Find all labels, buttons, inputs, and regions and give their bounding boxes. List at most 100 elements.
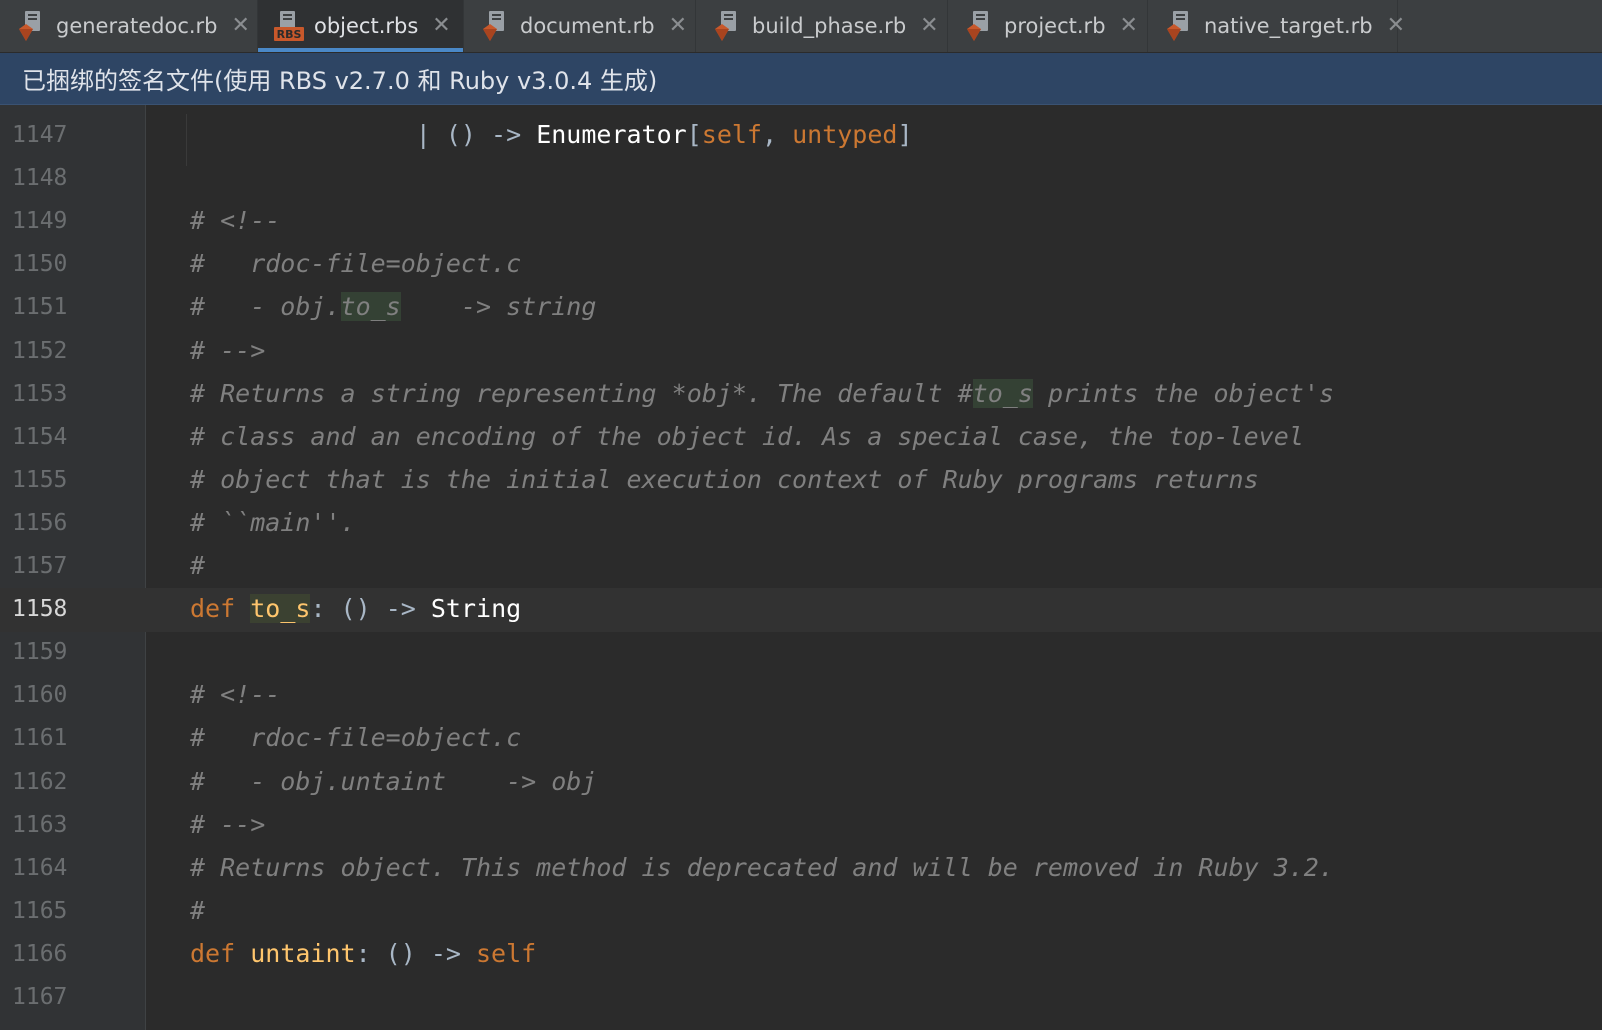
code-token: # <!-- (190, 206, 281, 236)
line-number: 1159 (12, 639, 68, 666)
code-line[interactable]: 1167 (0, 976, 1602, 1020)
code-line[interactable]: 1157 # (0, 545, 1602, 589)
code-token: untaint (250, 938, 356, 968)
tab-document-rb[interactable]: document.rb ✕ (464, 0, 696, 52)
code-line[interactable]: 1160 # <!-- (0, 674, 1602, 718)
code-line[interactable]: 1159 (0, 631, 1602, 675)
code-token: # --> (190, 335, 266, 365)
code-token: untyped (792, 120, 898, 149)
code-text: # <!-- (190, 206, 280, 235)
code-text: # rdoc-file=object.c (190, 723, 521, 752)
line-number: 1158 (12, 596, 68, 623)
code-token: # (190, 551, 206, 580)
code-line[interactable]: 1151 # - obj.to_s -> string (0, 286, 1602, 330)
code-line[interactable]: 1155 # object that is the initial executi… (0, 459, 1602, 503)
code-token: self (701, 120, 762, 149)
line-number: 1155 (12, 466, 68, 493)
close-icon[interactable]: ✕ (669, 15, 687, 37)
code-token: # - obj. (190, 292, 341, 322)
code-text: # - obj.untaint -> obj (190, 767, 596, 796)
line-number: 1164 (12, 854, 68, 881)
code-text: # (190, 551, 205, 580)
code-line[interactable]: 1147 | () -> Enumerator[self, untyped] (0, 114, 1602, 166)
line-number: 1154 (12, 423, 68, 450)
code-token: to_s (340, 292, 401, 322)
code-token: # object that is the initial execution c… (190, 464, 1259, 494)
close-icon[interactable]: ✕ (1120, 15, 1138, 37)
line-number: 1149 (12, 208, 68, 235)
code-text: # <!-- (190, 680, 280, 709)
code-token: # - obj.untaint -> obj (190, 766, 597, 796)
code-token: # <!-- (190, 680, 281, 710)
tab-native-target-rb[interactable]: native_target.rb ✕ (1148, 0, 1405, 52)
code-line[interactable]: 1149 # <!-- (0, 200, 1602, 244)
code-line[interactable]: 1154 # class and an encoding of the objec… (0, 416, 1602, 460)
rbs-file-icon: RBS (274, 10, 304, 42)
code-text: # (190, 896, 205, 925)
code-line[interactable]: 1153 # Returns a string representing *obj… (0, 373, 1602, 417)
code-line[interactable]: 1164 # Returns object. This method is dep… (0, 847, 1602, 891)
rbs-badge-text: RBS (277, 28, 302, 41)
line-number: 1150 (12, 251, 68, 278)
code-line[interactable]: 1162 # - obj.untaint -> obj (0, 761, 1602, 805)
code-line[interactable]: 1156 # ``main''. (0, 502, 1602, 546)
code-token: # Returns object. This method is depreca… (190, 852, 1334, 882)
tab-generatedoc-rb[interactable]: generatedoc.rb ✕ (0, 0, 258, 52)
code-token: # Returns a string representing *obj*. T… (190, 378, 973, 408)
tab-build-phase-rb[interactable]: build_phase.rb ✕ (696, 0, 948, 52)
code-token: # (190, 895, 206, 925)
close-icon[interactable]: ✕ (1387, 15, 1405, 37)
code-token: String (430, 594, 522, 624)
code-line[interactable]: 1163 # --> (0, 804, 1602, 848)
code-token: # ``main''. (190, 507, 356, 537)
line-number: 1160 (12, 682, 68, 709)
tab-object-rbs[interactable]: RBS object.rbs ✕ (258, 0, 464, 52)
code-text: | () -> Enumerator[self, untyped] (190, 120, 913, 149)
close-icon[interactable]: ✕ (432, 15, 450, 37)
line-number: 1161 (12, 725, 68, 752)
code-line[interactable]: 1165 # (0, 890, 1602, 934)
code-line[interactable]: 1152 # --> (0, 330, 1602, 374)
code-text: # --> (190, 810, 265, 839)
code-text: def untaint: () -> self (190, 939, 536, 968)
code-text: # object that is the initial execution c… (190, 465, 1259, 494)
line-number: 1167 (12, 984, 68, 1010)
line-number: 1153 (12, 380, 68, 407)
code-line[interactable]: 1158 def to_s: () -> String (0, 588, 1602, 633)
code-line[interactable]: 1166 def untaint: () -> self (0, 933, 1602, 977)
bundled-signature-banner: 已捆绑的签名文件(使用 RBS v2.7.0 和 Ruby v3.0.4 生成) (0, 53, 1602, 105)
tab-label: build_phase.rb (752, 14, 907, 38)
code-editor[interactable]: 1147 | () -> Enumerator[self, untyped] 11… (0, 105, 1602, 1030)
code-token: : () -> (355, 938, 476, 968)
line-number: 1147 (12, 122, 68, 148)
close-icon[interactable]: ✕ (920, 15, 938, 37)
ruby-file-icon (712, 10, 740, 42)
code-line[interactable]: 1161 # rdoc-file=object.c (0, 717, 1602, 761)
code-line[interactable]: 1148 (0, 157, 1602, 201)
code-text: # rdoc-file=object.c (190, 249, 521, 278)
ruby-file-icon (16, 10, 44, 42)
code-line[interactable]: 1150 # rdoc-file=object.c (0, 243, 1602, 287)
code-token: -> string (400, 292, 597, 322)
code-text: # Returns object. This method is depreca… (190, 853, 1334, 882)
line-number: 1152 (12, 337, 68, 364)
tab-label: object.rbs (314, 14, 419, 38)
code-text: # Returns a string representing *obj*. T… (190, 378, 1334, 408)
code-token: Enumerator (536, 120, 687, 149)
ruby-file-icon (964, 10, 992, 42)
code-token: prints the object's (1032, 378, 1334, 408)
code-token: def (190, 594, 236, 624)
editor-tab-bar: generatedoc.rb ✕ RBS object.rbs ✕ document.rb… (0, 0, 1602, 53)
tab-project-rb[interactable]: project.rb ✕ (948, 0, 1148, 52)
close-icon[interactable]: ✕ (232, 15, 250, 37)
code-token: ] (897, 120, 913, 149)
code-token: , (761, 120, 793, 149)
code-token: | () -> (190, 120, 537, 149)
code-token: to_s (972, 378, 1033, 408)
code-text: def to_s: () -> String (190, 594, 522, 624)
code-token: def (190, 938, 236, 968)
tab-label: project.rb (1004, 14, 1106, 38)
banner-text: 已捆绑的签名文件(使用 RBS v2.7.0 和 Ruby v3.0.4 生成) (22, 67, 658, 95)
code-token: # class and an encoding of the object id… (190, 421, 1304, 451)
